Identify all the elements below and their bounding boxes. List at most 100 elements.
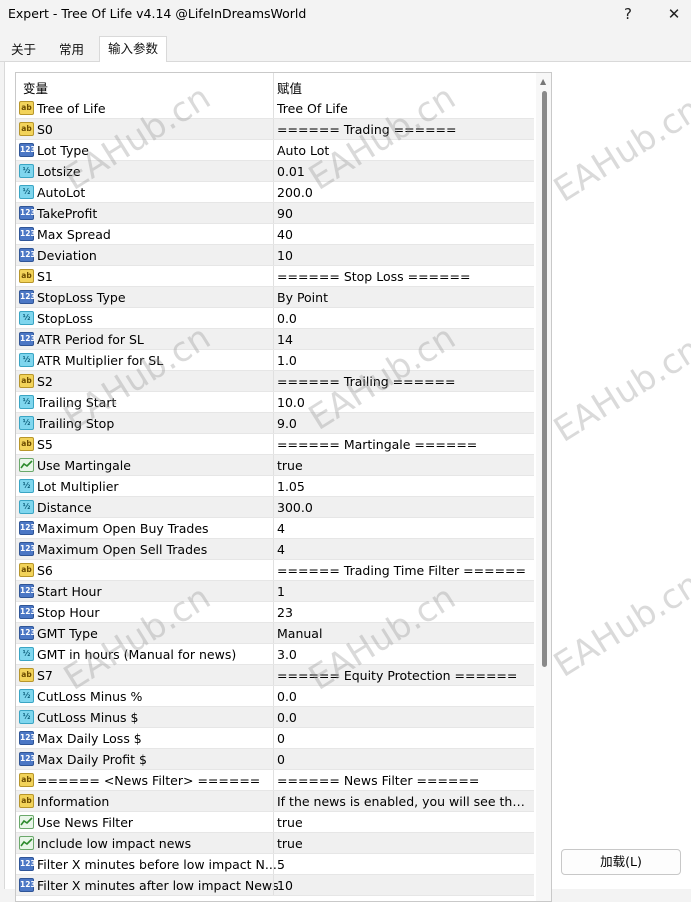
table-row[interactable]: 123 GMT Type Manual	[16, 623, 534, 644]
integer-type-icon: 123	[19, 752, 36, 766]
table-row[interactable]: ½ AutoLot 200.0	[16, 182, 534, 203]
row-value-cell[interactable]: 200.0	[277, 185, 531, 200]
table-row[interactable]: ab S6 ====== Trading Time Filter ======	[16, 560, 534, 581]
table-row[interactable]: 123 Stop Hour 23	[16, 602, 534, 623]
table-row[interactable]: 123 StopLoss Type By Point	[16, 287, 534, 308]
row-value-cell[interactable]: 0	[277, 731, 531, 746]
row-value-cell[interactable]: By Point	[277, 290, 531, 305]
row-value-cell[interactable]: 0.01	[277, 164, 531, 179]
table-row[interactable]: 123 TakeProfit 90	[16, 203, 534, 224]
row-value-cell[interactable]: ====== Equity Protection ======	[277, 668, 531, 683]
header-divider[interactable]	[273, 73, 274, 98]
row-value-cell[interactable]: 10	[277, 878, 531, 893]
row-value-cell[interactable]: 90	[277, 206, 531, 221]
table-row[interactable]: Include low impact news true	[16, 833, 534, 854]
row-value-cell[interactable]: ====== Trailing ======	[277, 374, 531, 389]
row-value-cell[interactable]: true	[277, 815, 531, 830]
row-variable-name: Tree of Life	[37, 101, 106, 116]
table-row[interactable]: ab S7 ====== Equity Protection ======	[16, 665, 534, 686]
tab-about[interactable]: 关于	[3, 38, 44, 62]
table-row[interactable]: ½ Distance 300.0	[16, 497, 534, 518]
close-button[interactable]: ✕	[652, 0, 691, 28]
table-row[interactable]: 123 Start Hour 1	[16, 581, 534, 602]
table-row[interactable]: 123 Maximum Open Sell Trades 4	[16, 539, 534, 560]
table-row[interactable]: 123 Lot Type Auto Lot	[16, 140, 534, 161]
table-row[interactable]: ½ CutLoss Minus % 0.0	[16, 686, 534, 707]
table-row[interactable]: ab S1 ====== Stop Loss ======	[16, 266, 534, 287]
table-row[interactable]: ½ Lot Multiplier 1.05	[16, 476, 534, 497]
row-value-cell[interactable]: 10	[277, 248, 531, 263]
table-row[interactable]: ab Tree of Life Tree Of Life	[16, 98, 534, 119]
row-value-cell[interactable]: 40	[277, 227, 531, 242]
row-value-cell[interactable]: true	[277, 836, 531, 851]
row-variable-name: TakeProfit	[37, 206, 98, 221]
row-value-cell[interactable]: 10.0	[277, 395, 531, 410]
row-value-cell[interactable]: 4	[277, 542, 531, 557]
table-row[interactable]: ab S0 ====== Trading ======	[16, 119, 534, 140]
row-value-cell[interactable]: ====== Martingale ======	[277, 437, 531, 452]
tab-inputs[interactable]: 输入参数	[99, 36, 168, 63]
column-divider	[273, 455, 274, 475]
integer-type-icon: 123	[19, 626, 36, 640]
column-header-variable[interactable]: 变量	[23, 78, 48, 97]
table-row[interactable]: 123 Max Spread 40	[16, 224, 534, 245]
table-row[interactable]: ab ====== <News Filter> ====== ====== News…	[16, 770, 534, 791]
row-variable-name: Lotsize	[37, 164, 81, 179]
table-row[interactable]: ab S5 ====== Martingale ======	[16, 434, 534, 455]
row-value-cell[interactable]: 1.05	[277, 479, 531, 494]
table-row[interactable]: Use News Filter true	[16, 812, 534, 833]
table-row[interactable]: ab S2 ====== Trailing ======	[16, 371, 534, 392]
vertical-scrollbar[interactable]: ▲	[536, 73, 551, 901]
row-value-cell[interactable]: 300.0	[277, 500, 531, 515]
row-value-cell[interactable]: 0.0	[277, 311, 531, 326]
row-value-cell[interactable]: ====== Trading ======	[277, 122, 531, 137]
scroll-up-icon[interactable]: ▲	[540, 77, 546, 86]
row-value-cell[interactable]: 4	[277, 521, 531, 536]
load-button[interactable]: 加载(L)	[561, 849, 681, 875]
row-variable-name: GMT in hours (Manual for news)	[37, 647, 237, 662]
row-value-cell[interactable]: If the news is enabled, you will see the…	[277, 794, 531, 809]
table-row[interactable]: 123 Filter X minutes before low impact N.…	[16, 854, 534, 875]
column-divider	[273, 644, 274, 664]
row-value-cell[interactable]: 9.0	[277, 416, 531, 431]
table-row[interactable]: 123 Filter X minutes after low impact New…	[16, 875, 534, 896]
table-row[interactable]: 123 Max Daily Profit $ 0	[16, 749, 534, 770]
table-row[interactable]: ½ StopLoss 0.0	[16, 308, 534, 329]
row-value-cell[interactable]: Tree Of Life	[277, 101, 531, 116]
row-value-cell[interactable]: 14	[277, 332, 531, 347]
table-row[interactable]: 123 ATR Period for SL 14	[16, 329, 534, 350]
column-divider	[273, 224, 274, 244]
row-value-cell[interactable]: 0.0	[277, 689, 531, 704]
column-header-value[interactable]: 赋值	[277, 78, 302, 97]
table-row[interactable]: ½ ATR Multiplier for SL 1.0	[16, 350, 534, 371]
table-row[interactable]: ½ GMT in hours (Manual for news) 3.0	[16, 644, 534, 665]
table-row[interactable]: 123 Deviation 10	[16, 245, 534, 266]
row-value-cell[interactable]: 1.0	[277, 353, 531, 368]
row-value-cell[interactable]: 0	[277, 752, 531, 767]
scrollbar-thumb[interactable]	[542, 91, 547, 667]
table-row[interactable]: ½ Trailing Start 10.0	[16, 392, 534, 413]
table-row[interactable]: ½ CutLoss Minus $ 0.0	[16, 707, 534, 728]
row-value-cell[interactable]: ====== Stop Loss ======	[277, 269, 531, 284]
tab-common[interactable]: 常用	[51, 38, 92, 62]
string-type-icon: ab	[19, 668, 34, 682]
table-row[interactable]: 123 Max Daily Loss $ 0	[16, 728, 534, 749]
row-value-cell[interactable]: 0.0	[277, 710, 531, 725]
row-value-cell[interactable]: Auto Lot	[277, 143, 531, 158]
row-value-cell[interactable]: 23	[277, 605, 531, 620]
column-divider	[273, 707, 274, 727]
table-row[interactable]: ½ Lotsize 0.01	[16, 161, 534, 182]
row-value-cell[interactable]: true	[277, 458, 531, 473]
table-row[interactable]: 123 Maximum Open Buy Trades 4	[16, 518, 534, 539]
table-row[interactable]: ½ Trailing Stop 9.0	[16, 413, 534, 434]
table-row[interactable]: ab Information If the news is enabled, you…	[16, 791, 534, 812]
row-value-cell[interactable]: 1	[277, 584, 531, 599]
table-row[interactable]: Use Martingale true	[16, 455, 534, 476]
help-button[interactable]: ?	[606, 0, 650, 28]
row-value-cell[interactable]: ====== Trading Time Filter ======	[277, 563, 531, 578]
integer-type-icon: 123	[19, 248, 36, 262]
row-value-cell[interactable]: 5	[277, 857, 531, 872]
row-value-cell[interactable]: ====== News Filter ======	[277, 773, 531, 788]
row-value-cell[interactable]: 3.0	[277, 647, 531, 662]
row-value-cell[interactable]: Manual	[277, 626, 531, 641]
